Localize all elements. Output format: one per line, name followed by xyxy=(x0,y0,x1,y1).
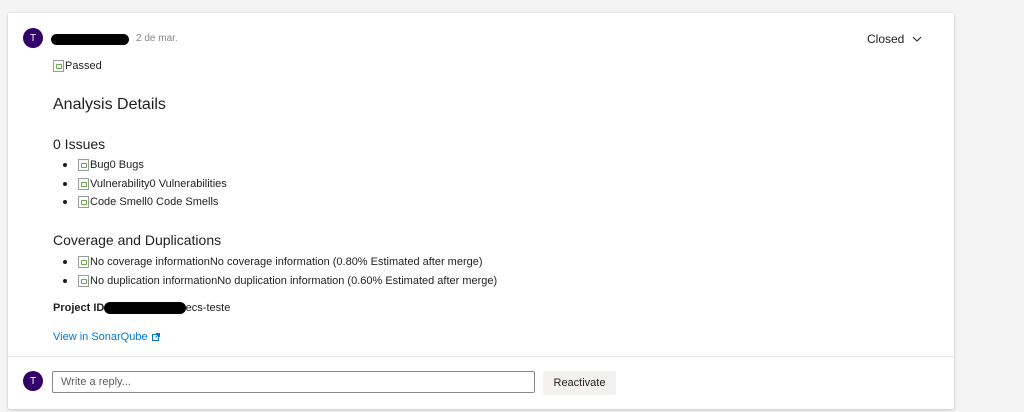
duplication-text: No duplication information (0.60% Estima… xyxy=(217,274,498,287)
broken-image-icon xyxy=(53,60,64,72)
project-id-suffix: -ecs-teste xyxy=(182,302,231,314)
avatar-initial: T xyxy=(29,32,37,44)
list-item: Bug 0 Bugs xyxy=(53,156,227,175)
redacted-project-id xyxy=(104,302,187,314)
reply-avatar[interactable]: T xyxy=(23,371,43,391)
image-alt-text: No duplication information xyxy=(90,274,218,287)
comment-timestamp: 2 de mar. xyxy=(136,33,178,44)
analysis-title: Analysis Details xyxy=(53,96,166,113)
project-id-label: Project ID: xyxy=(53,302,109,314)
passed-badge-image: Passed xyxy=(53,60,102,72)
issues-heading: 0 Issues xyxy=(53,136,106,152)
image-alt-text: No coverage information xyxy=(90,256,210,269)
duplication-image: No duplication information xyxy=(78,274,218,287)
avatar-initial: T xyxy=(29,375,37,387)
thread-status-dropdown[interactable]: Closed xyxy=(867,29,922,49)
bug-image: Bug xyxy=(78,159,110,172)
coverage-text: No coverage information (0.80% Estimated… xyxy=(209,256,483,269)
passed-alt-text: Passed xyxy=(65,60,102,72)
vulnerability-image: Vulnerability xyxy=(78,177,150,190)
broken-image-icon xyxy=(78,159,89,172)
list-item: No duplication information No duplicatio… xyxy=(53,272,497,291)
coverage-list: No coverage information No coverage info… xyxy=(53,253,497,290)
list-item: Code Smell 0 Code Smells xyxy=(53,193,227,212)
coverage-image: No coverage information xyxy=(78,256,210,269)
issue-count: 0 Vulnerabilities xyxy=(149,177,227,190)
image-alt-text: Vulnerability xyxy=(90,177,150,190)
redacted-author-name xyxy=(51,34,129,45)
broken-image-icon xyxy=(78,177,89,190)
issue-count: 0 Bugs xyxy=(109,159,144,172)
link-label: View in SonarQube xyxy=(53,331,148,343)
issue-count: 0 Code Smells xyxy=(146,196,219,209)
external-link-icon xyxy=(151,333,160,341)
project-id-row: Project ID: -ecs-teste xyxy=(53,302,230,314)
issues-list: Bug 0 Bugs Vulnerability 0 Vulnerabiliti… xyxy=(53,156,227,212)
view-in-sonarqube-link[interactable]: View in SonarQube xyxy=(53,331,160,343)
code-smell-image: Code Smell xyxy=(78,196,147,209)
list-item: Vulnerability 0 Vulnerabilities xyxy=(53,175,227,194)
image-alt-text: Code Smell xyxy=(90,196,147,209)
divider xyxy=(8,356,954,357)
chevron-down-icon xyxy=(913,36,922,42)
broken-image-icon xyxy=(78,256,89,269)
broken-image-icon xyxy=(78,274,89,287)
status-label: Closed xyxy=(867,32,905,46)
reactivate-button[interactable]: Reactivate xyxy=(543,371,616,395)
coverage-heading: Coverage and Duplications xyxy=(53,232,222,248)
avatar[interactable]: T xyxy=(23,28,43,48)
broken-image-icon xyxy=(78,196,89,209)
list-item: No coverage information No coverage info… xyxy=(53,253,497,272)
reply-input[interactable] xyxy=(52,371,535,393)
image-alt-text: Bug xyxy=(90,159,110,172)
comment-thread-card: T 2 de mar. Closed Passed Analysis Detai… xyxy=(8,13,954,409)
